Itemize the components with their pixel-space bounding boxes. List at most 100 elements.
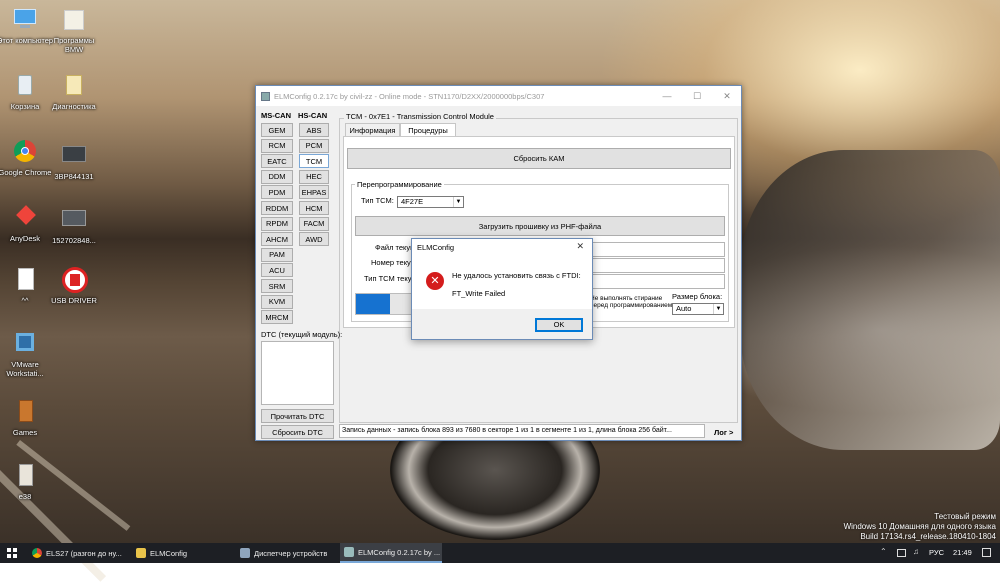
clear-dtc-button[interactable]: Сбросить DTC bbox=[261, 425, 334, 439]
usb-driver-icon bbox=[60, 266, 88, 294]
taskbar-item-label: Диспетчер устройств bbox=[254, 548, 328, 558]
dialog-close-icon[interactable]: ✕ bbox=[576, 241, 584, 252]
ms-can-header: MS-CAN bbox=[261, 111, 291, 120]
desktop-icon-3bp844131[interactable]: 3BP844131 bbox=[44, 142, 104, 181]
progress-fill bbox=[356, 294, 391, 314]
tcm-type-value: 4F27E bbox=[401, 197, 424, 206]
notifications-icon[interactable] bbox=[982, 548, 991, 557]
hs-can-header: HS-CAN bbox=[298, 111, 328, 120]
module-button-ddm[interactable]: DDM bbox=[261, 169, 293, 184]
module-button-acu[interactable]: ACU bbox=[261, 263, 293, 278]
status-text: Запись данных - запись блока 893 из 7680… bbox=[342, 427, 672, 434]
taskbar-item-device-manager[interactable]: Диспетчер устройств bbox=[236, 543, 336, 563]
no-erase-checkbox-label[interactable]: Не выполнять стирание bbox=[590, 295, 662, 302]
taskbar-item-elmconfig-folder[interactable]: ELMConfig bbox=[132, 543, 232, 563]
chrome-icon bbox=[11, 138, 39, 166]
file-icon bbox=[11, 266, 39, 294]
test-mode-label: Тестовый режим bbox=[934, 512, 996, 521]
desktop-icon-usb-driver[interactable]: USB DRIVER bbox=[44, 266, 104, 305]
photo-icon bbox=[60, 142, 88, 170]
tcm-type-label: Тип ТСМ: bbox=[361, 196, 394, 205]
folder-icon bbox=[60, 6, 88, 34]
maximize-button[interactable]: ☐ bbox=[682, 86, 712, 106]
module-button-pam[interactable]: PAM bbox=[261, 247, 293, 262]
status-bar: Запись данных - запись блока 893 из 7680… bbox=[339, 424, 705, 438]
block-size-select[interactable]: Auto ▼ bbox=[672, 303, 724, 315]
taskbar-item-elmconfig-app[interactable]: ELMConfig 0.2.17c by ... bbox=[340, 543, 442, 563]
network-icon[interactable] bbox=[897, 549, 906, 557]
vmware-icon bbox=[11, 330, 39, 358]
taskbar-item-label: ELMConfig 0.2.17c by ... bbox=[358, 547, 441, 557]
taskbar: ELS27 (разгон до ну... ELMConfig Диспетч… bbox=[0, 543, 1000, 563]
clock[interactable]: 21:49 bbox=[953, 548, 972, 557]
desktop-icon-e38[interactable]: e38 bbox=[0, 462, 55, 501]
module-button-awd[interactable]: AWD bbox=[299, 232, 329, 247]
current-number-field bbox=[590, 258, 725, 273]
module-button-rddm[interactable]: RDDM bbox=[261, 201, 293, 215]
taskbar-item-label: ELS27 (разгон до ну... bbox=[46, 548, 122, 558]
desktop-icon-bmw-programs[interactable]: Программы BMW bbox=[44, 6, 104, 54]
folder-icon bbox=[11, 398, 39, 426]
recycle-bin-icon bbox=[11, 72, 39, 100]
current-tcm-type-field bbox=[590, 274, 725, 289]
module-button-facm[interactable]: FACM bbox=[299, 216, 329, 231]
monitor-icon bbox=[11, 6, 39, 34]
module-button-ehpas[interactable]: EHPAS bbox=[299, 185, 329, 200]
error-icon: ✕ bbox=[426, 272, 444, 290]
load-firmware-button[interactable]: Загрузить прошивку из PHF-файла bbox=[355, 216, 725, 236]
minimize-button[interactable]: — bbox=[652, 86, 682, 106]
chevron-down-icon: ▼ bbox=[453, 197, 463, 207]
ok-button[interactable]: OK bbox=[535, 318, 583, 332]
taskbar-item-label: ELMConfig bbox=[150, 548, 188, 558]
dialog-title: ELMConfig bbox=[417, 243, 455, 252]
module-button-kvm[interactable]: KVM bbox=[261, 294, 293, 309]
close-button[interactable]: ✕ bbox=[712, 86, 742, 106]
module-button-pcm[interactable]: PCM bbox=[299, 138, 329, 153]
module-button-hec[interactable]: HEC bbox=[299, 169, 329, 184]
tcm-type-select[interactable]: 4F27E ▼ bbox=[397, 196, 464, 208]
module-button-srm[interactable]: SRM bbox=[261, 279, 293, 293]
module-button-tcm[interactable]: TCM bbox=[299, 154, 329, 169]
language-indicator[interactable]: РУС bbox=[929, 548, 944, 557]
chevron-down-icon: ▼ bbox=[713, 304, 723, 314]
module-button-hcm[interactable]: HCM bbox=[299, 201, 329, 215]
current-tcm-type-label: Тип ТСМ текущ bbox=[364, 274, 418, 283]
device-manager-icon bbox=[240, 548, 250, 558]
module-button-ahcm[interactable]: AHCM bbox=[261, 232, 293, 247]
module-button-rpdm[interactable]: RPDM bbox=[261, 216, 293, 231]
windows-build-label: Build 17134.rs4_release.180410-1804 bbox=[860, 532, 996, 541]
tab-info[interactable]: Информация bbox=[345, 123, 400, 137]
module-button-gem[interactable]: GEM bbox=[261, 123, 293, 137]
windows-logo-icon bbox=[7, 548, 17, 558]
file-icon bbox=[11, 462, 39, 490]
anydesk-icon bbox=[11, 204, 39, 232]
volume-icon[interactable]: ♫ bbox=[913, 547, 919, 556]
module-button-mrcm[interactable]: MRCM bbox=[261, 310, 293, 325]
module-button-abs[interactable]: ABS bbox=[299, 123, 329, 137]
start-button[interactable] bbox=[0, 543, 24, 563]
desktop-icon-games[interactable]: Games bbox=[0, 398, 55, 437]
log-button[interactable]: Лог > bbox=[714, 428, 733, 437]
block-size-value: Auto bbox=[676, 304, 692, 313]
dialog-message-detail: FT_Write Failed bbox=[452, 289, 506, 298]
taskbar-item-chrome[interactable]: ELS27 (разгон до ну... bbox=[28, 543, 128, 563]
car-body bbox=[740, 150, 1000, 450]
window-titlebar[interactable]: ELMConfig 0.2.17c by civil-zz - Online m… bbox=[256, 86, 741, 106]
tab-procedures[interactable]: Процедуры bbox=[400, 123, 456, 137]
desktop-icon-vmware[interactable]: VMware Workstati... bbox=[0, 330, 55, 378]
desktop-icon-152702848[interactable]: 152702848... bbox=[44, 206, 104, 245]
folder-icon bbox=[136, 548, 146, 558]
read-dtc-button[interactable]: Прочитать DTC bbox=[261, 409, 334, 423]
desktop-icon-diagnostics[interactable]: Диагностика bbox=[44, 72, 104, 111]
photo-icon bbox=[60, 206, 88, 234]
module-button-eatc[interactable]: EATC bbox=[261, 154, 293, 169]
module-button-pdm[interactable]: PDM bbox=[261, 185, 293, 200]
module-button-rcm[interactable]: RCM bbox=[261, 138, 293, 153]
windows-edition-label: Windows 10 Домашняя для одного языка bbox=[843, 522, 996, 531]
tray-chevron-icon[interactable]: ⌃ bbox=[880, 547, 887, 556]
reprogramming-group-label: Перепрограммирование bbox=[355, 180, 444, 189]
dtc-list[interactable] bbox=[261, 341, 334, 405]
dialog-message: Не удалось установить связь с FTDI: bbox=[452, 271, 581, 280]
reset-kam-button[interactable]: Сбросить КАМ bbox=[347, 148, 731, 169]
no-erase-checkbox-label-2: перед программированием bbox=[590, 302, 673, 309]
